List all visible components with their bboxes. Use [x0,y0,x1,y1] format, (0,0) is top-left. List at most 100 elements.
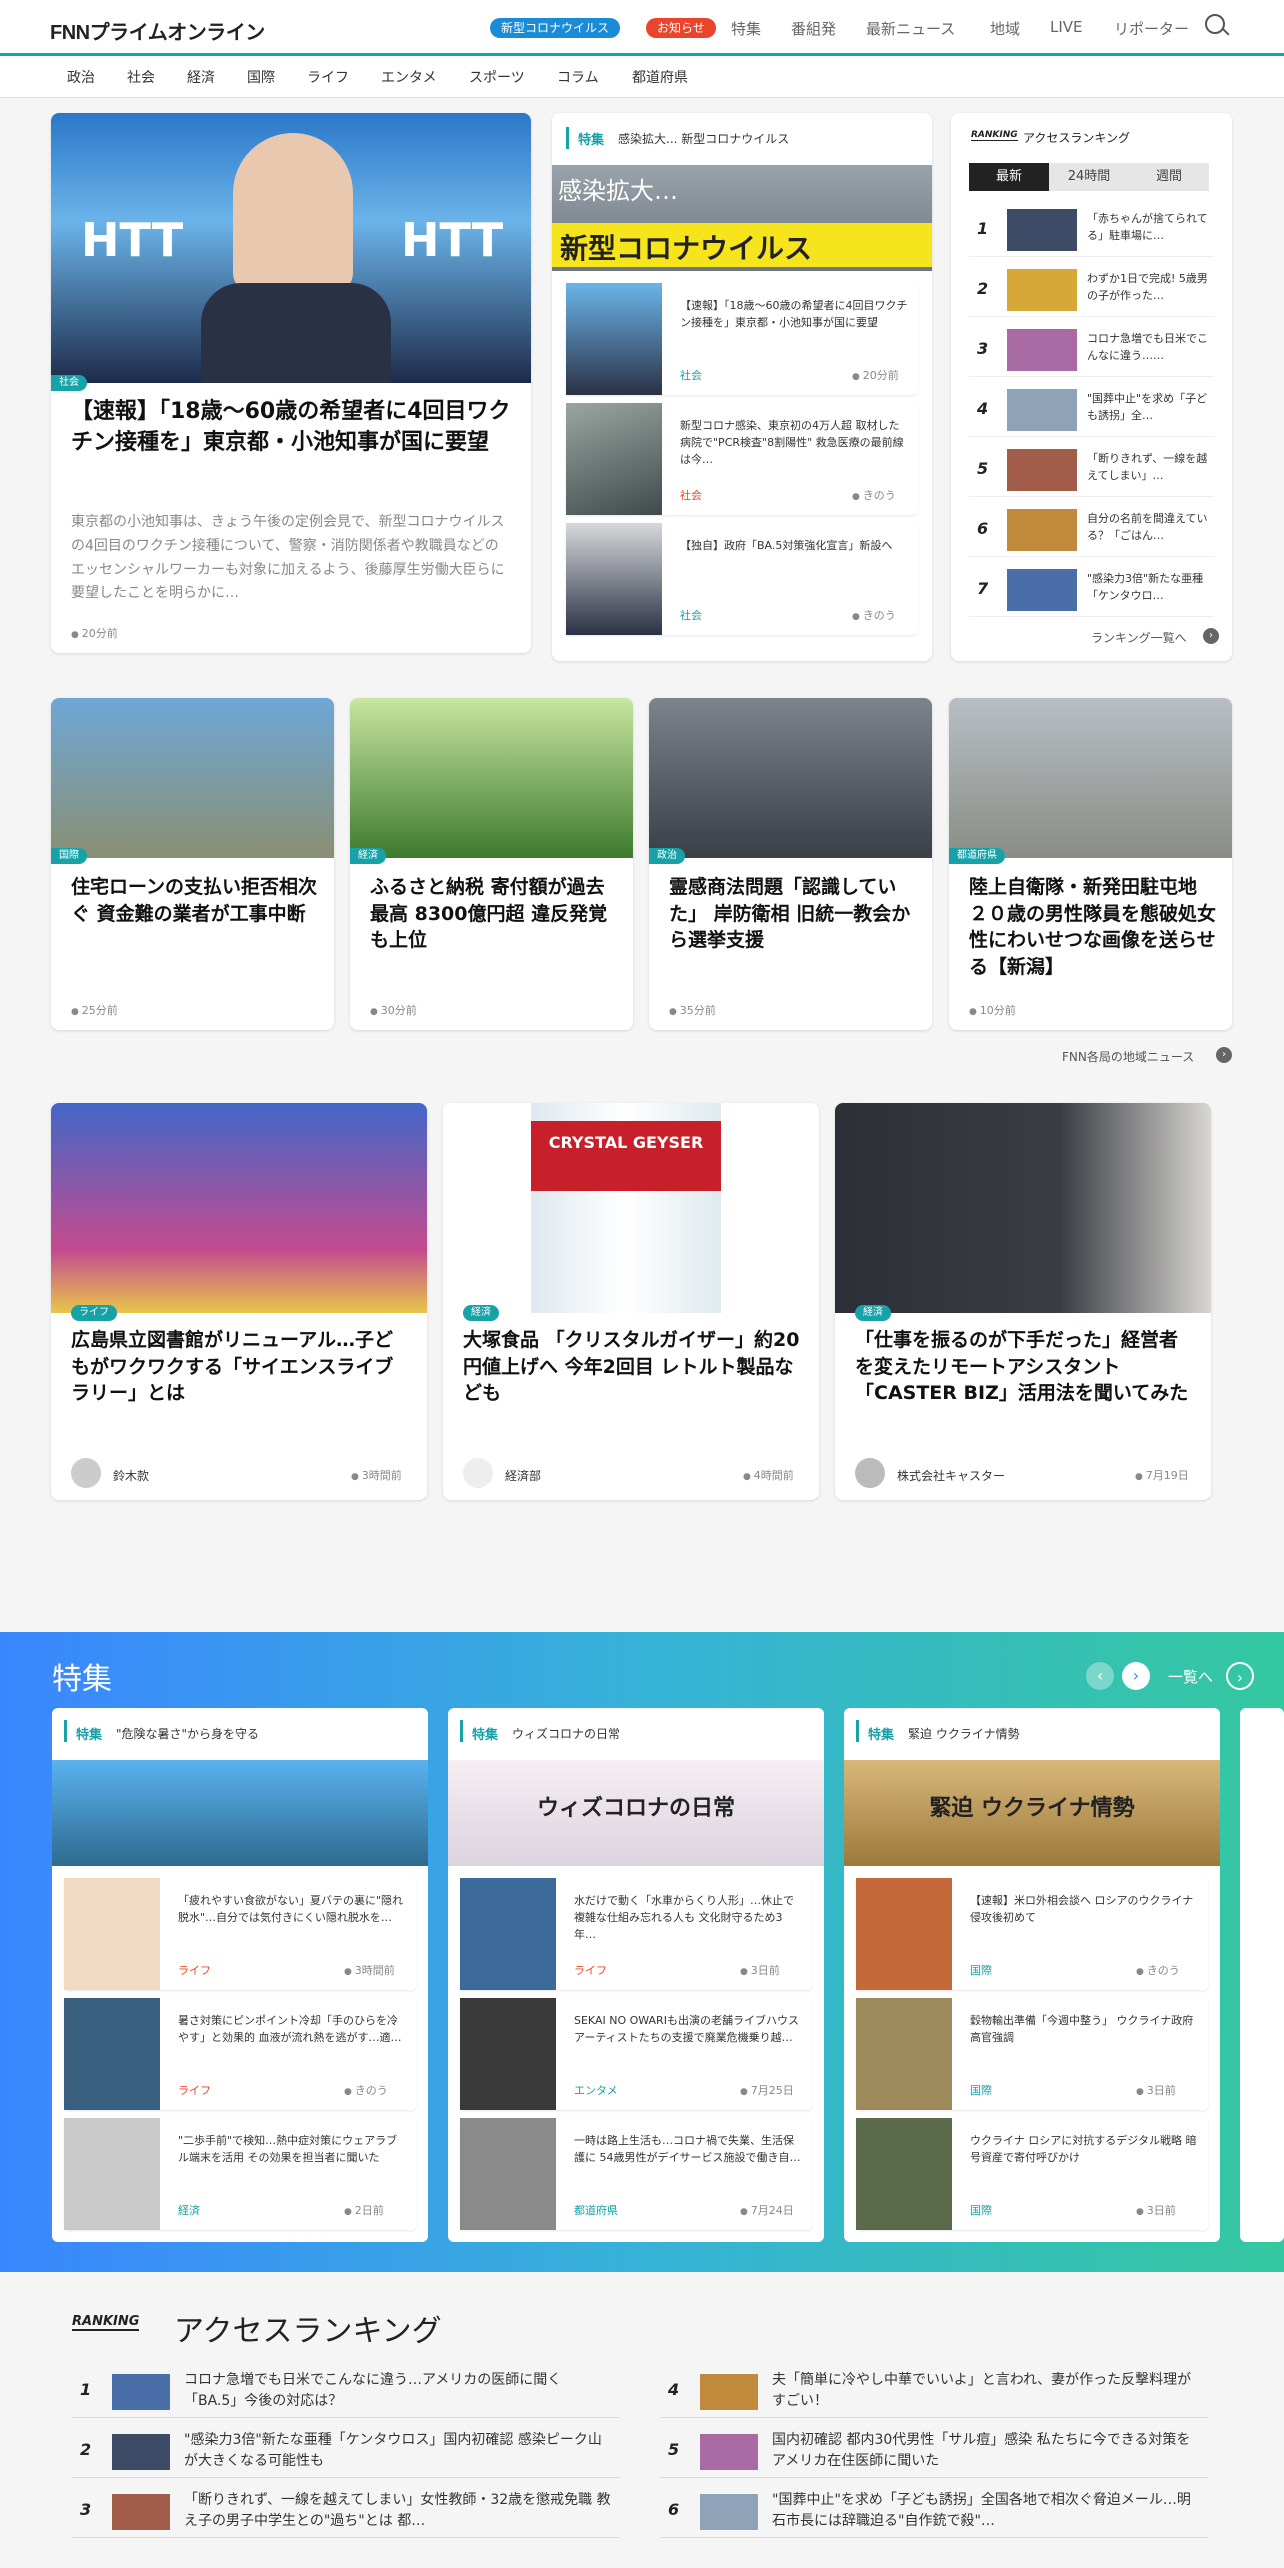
rank-title: コロナ急増でも日米でこんなに違う…アメリカの医師に聞く「BA.5」今後の対応は？ [184,2372,562,2409]
nav-programs[interactable]: 番組発 [791,18,836,39]
tab-latest[interactable]: 最新 [969,163,1049,191]
tab-24h[interactable]: 24時間 [1049,163,1129,191]
feature-banner[interactable] [52,1760,428,1866]
chevron-right-icon[interactable]: › [1203,628,1219,644]
news-card[interactable]: 都道府県 陸上自衛隊・新発田駐屯地 ２０歳の男性隊員を態破処女性にわいせつな画像… [949,698,1232,1030]
ranking-bottom-item[interactable]: 6 "国葬中止"を求め「子ども誘拐」全国各地で相次ぐ脅迫メール…明石市長には辞職迫… [660,2484,1208,2538]
ranking-item[interactable]: 6 自分の名前を間違えている？「ごはん… [969,503,1214,557]
feature-item-time: 3日前 [740,1962,780,1978]
feature-card-partial[interactable] [1240,1708,1284,2242]
local-news-link[interactable]: FNN各局の地域ニュース [1062,1048,1194,1065]
column-card[interactable]: 経済 「仕事を振るのが下手だった」経営者を変えたリモートアシスタント「CASTE… [835,1103,1211,1500]
feature-item[interactable]: 新型コロナ感染、東京初の4万人超 取材した病院で"PCR検査"8割陽性" 救急医… [566,403,918,515]
ranking-item[interactable]: 7 "感染力3倍"新たな亜種「ケンタウロ… [969,563,1214,617]
column-card[interactable]: ライフ 広島県立図書館がリニューアル…子どもがワクワクする「サイエンスライブラリ… [51,1103,427,1500]
feature-label: 特集 [868,1728,895,1743]
corona-pill[interactable]: 新型コロナウイルス [490,18,621,38]
rank-title: 夫「簡単に冷やし中華でいいよ」と言われ、妻が作った反撃料理がすごい！ [772,2372,1192,2409]
feature-banner[interactable]: 緊迫 ウクライナ情勢 [844,1760,1220,1866]
feature-thumbnail [64,1998,160,2110]
feature-item-time: 7月25日 [740,2082,794,2098]
rank-thumbnail [112,2374,170,2410]
nav-reporter[interactable]: リポーター [1114,18,1189,39]
category-international[interactable]: 国際 [247,67,275,87]
rank-thumbnail [1007,209,1077,251]
top-article-card[interactable]: HTT HTT 社会 【速報】「18歳～60歳の希望者に4回目ワクチン接種を」東… [51,113,531,653]
category-sports[interactable]: スポーツ [469,67,525,87]
news-card[interactable]: 国際 住宅ローンの支払い拒否相次ぐ 資金難の業者が工事中断 25分前 [51,698,334,1030]
feature-item[interactable]: 穀物輸出準備「今週中整う」 ウクライナ政府高官強調国際 3日前 [856,1998,1208,2110]
feature-item[interactable]: SEKAI NO OWARIも出演の老舗ライブハウス アーティストたちの支援で廃… [460,1998,812,2110]
feature-item-category: 国際 [970,1964,992,1977]
ranking-item[interactable]: 5 「断りきれず、一線を越えてしまい」… [969,443,1214,497]
ranking-item[interactable]: 4 "国葬中止"を求め「子ども誘拐」全… [969,383,1214,437]
ranking-item[interactable]: 3 コロナ急増でも日米でこんなに違う…… [969,323,1214,377]
ranking-item[interactable]: 2 わずか1日で完成! 5歳男の子が作った… [969,263,1214,317]
ranking-logo: RANKING [72,2314,140,2331]
features-more-link[interactable]: 一覧へ [1168,1666,1213,1687]
ranking-bottom-item[interactable]: 4 夫「簡単に冷やし中華でいいよ」と言われ、妻が作った反撃料理がすごい！ [660,2364,1208,2418]
feature-item[interactable]: ウクライナ ロシアに対抗するデジタル戦略 暗号資産で寄付呼びかけ国際 3日前 [856,2118,1208,2230]
category-economy[interactable]: 経済 [187,67,215,87]
column-card[interactable]: CRYSTAL GEYSER 経済 大塚食品 「クリスタルガイザー」約20円値上… [443,1103,819,1500]
rank-title: 「断りきれず、一線を越えてしまい」女性教師・32歳を懲戒免職 教え子の男子中学生… [184,2492,611,2529]
category-prefecture[interactable]: 都道府県 [632,67,688,87]
ranking-bottom-item[interactable]: 3 「断りきれず、一線を越えてしまい」女性教師・32歳を懲戒免職 教え子の男子中学… [72,2484,620,2538]
feature-item-time: 3時間前 [344,1962,395,1978]
feature-thumbnail [856,2118,952,2230]
search-icon[interactable] [1205,14,1225,34]
rank-number: 4 [977,399,989,418]
feature-thumbnail [64,2118,160,2230]
category-society[interactable]: 社会 [127,67,155,87]
category-entertainment[interactable]: エンタメ [381,67,437,87]
feature-item[interactable]: 暑さ対策にピンポイント冷却「手のひらを冷やす」と効果的 血液が流れ熱を逃がす…適… [64,1998,416,2110]
feature-item-title: 一時は路上生活も…コロナ禍で失業、生活保護に 54歳男性がデイサービス施設で働き… [574,2134,801,2165]
feature-card[interactable]: 特集 緊迫 ウクライナ情勢 緊迫 ウクライナ情勢 【速報】米ロ外相会談へ ロシアのウク… [844,1708,1220,2242]
category-life[interactable]: ライフ [307,67,349,87]
rank-title: 自分の名前を間違えている？「ごはん… [1087,512,1208,542]
nav-features[interactable]: 特集 [731,18,761,39]
ranking-item[interactable]: 1 「赤ちゃんが捨てられてる」駐車場に… [969,203,1214,257]
feature-item[interactable]: 【独自】政府「BA.5対策強化宣言」新設へ 社会 きのう [566,523,918,635]
feature-item-category: ライフ [574,1964,607,1977]
chevron-right-icon[interactable]: › [1226,1662,1254,1690]
rank-number: 1 [80,2380,92,2399]
feature-item-time: きのう [344,2082,388,2098]
feature-item[interactable]: "二歩手前"で検知…熱中症対策にウェアラブル端末を活用 その効果を担当者に聞いた… [64,2118,416,2230]
category-tag: 社会 [51,375,87,391]
top-article-title[interactable]: 【速報】「18歳～60歳の希望者に4回目ワクチン接種を」東京都・小池知事が国に要… [71,397,511,459]
notice-pill[interactable]: お知らせ [646,18,716,38]
rank-title: 国内初確認 都内30代男性「サル痘」感染 私たちに今できる対策をアメリカ在住医師… [772,2432,1191,2469]
feature-corona-card[interactable]: 特集 感染拡大... 新型コロナウイルス 感染拡大… 新型コロナウイルス 【速報… [552,113,932,661]
feature-item-category: ライフ [178,2084,211,2097]
site-logo[interactable]: FNNプライムオンライン [50,16,265,45]
feature-item[interactable]: 【速報】米ロ外相会談へ ロシアのウクライナ侵攻後初めて国際 きのう [856,1878,1208,1990]
feature-item[interactable]: 【速報】「18歳～60歳の希望者に4回目ワクチン接種を」東京都・小池知事が国に要… [566,283,918,395]
news-card[interactable]: 経済 ふるさと納税 寄付額が過去最高 8300億円超 違反発覚も上位 30分前 [350,698,633,1030]
ranking-bottom-item[interactable]: 5 国内初確認 都内30代男性「サル痘」感染 私たちに今できる対策をアメリカ在住医… [660,2424,1208,2478]
nav-latest[interactable]: 最新ニュース [866,18,955,39]
nav-region[interactable]: 地域 [990,18,1020,39]
news-card[interactable]: 政治 霊感商法問題「認識していた」 岸防衛相 旧統一教会から選挙支援 35分前 [649,698,932,1030]
feature-item[interactable]: 水だけで動く「水車からくり人形」…休止で複雑な仕組み忘れる人も 文化財守るため3… [460,1878,812,1990]
ranking-card: RANKING アクセスランキング 最新 24時間 週間 ランキング一覧へ › … [951,113,1232,661]
category-politics[interactable]: 政治 [67,67,95,87]
rank-thumbnail [1007,269,1077,311]
ranking-more-link[interactable]: ランキング一覧へ [1091,629,1187,646]
ranking-bottom-item[interactable]: 1 コロナ急増でも日米でこんなに違う…アメリカの医師に聞く「BA.5」今後の対応は… [72,2364,620,2418]
rank-number: 1 [977,219,989,238]
tab-weekly[interactable]: 週間 [1129,163,1209,191]
feature-card[interactable]: 特集 ウィズコロナの日常 ウィズコロナの日常 水だけで動く「水車からくり人形」…休止で… [448,1708,824,2242]
feature-card[interactable]: 特集 "危険な暑さ"から身を守る 「疲れやすい食欲がない」夏バテの裏に"隠れ脱水"…… [52,1708,428,2242]
category-column[interactable]: コラム [557,67,599,87]
chevron-right-icon[interactable]: › [1216,1047,1232,1063]
feature-banner[interactable]: ウィズコロナの日常 [448,1760,824,1866]
ranking-title: アクセスランキング [1023,131,1131,145]
feature-item[interactable]: 「疲れやすい食欲がない」夏バテの裏に"隠れ脱水"…自分では気付きにくい隠れ脱水を… [64,1878,416,1990]
corona-banner[interactable]: 感染拡大… 新型コロナウイルス [552,165,932,271]
chevron-right-icon[interactable]: › [1122,1662,1150,1690]
ranking-bottom-item[interactable]: 2 "感染力3倍"新たな亜種「ケンタウロス」国内初確認 感染ピーク山が大きくなる可… [72,2424,620,2478]
feature-item[interactable]: 一時は路上生活も…コロナ禍で失業、生活保護に 54歳男性がデイサービス施設で働き… [460,2118,812,2230]
chevron-left-icon[interactable]: ‹ [1086,1662,1114,1690]
nav-live[interactable]: LIVE [1050,18,1083,36]
